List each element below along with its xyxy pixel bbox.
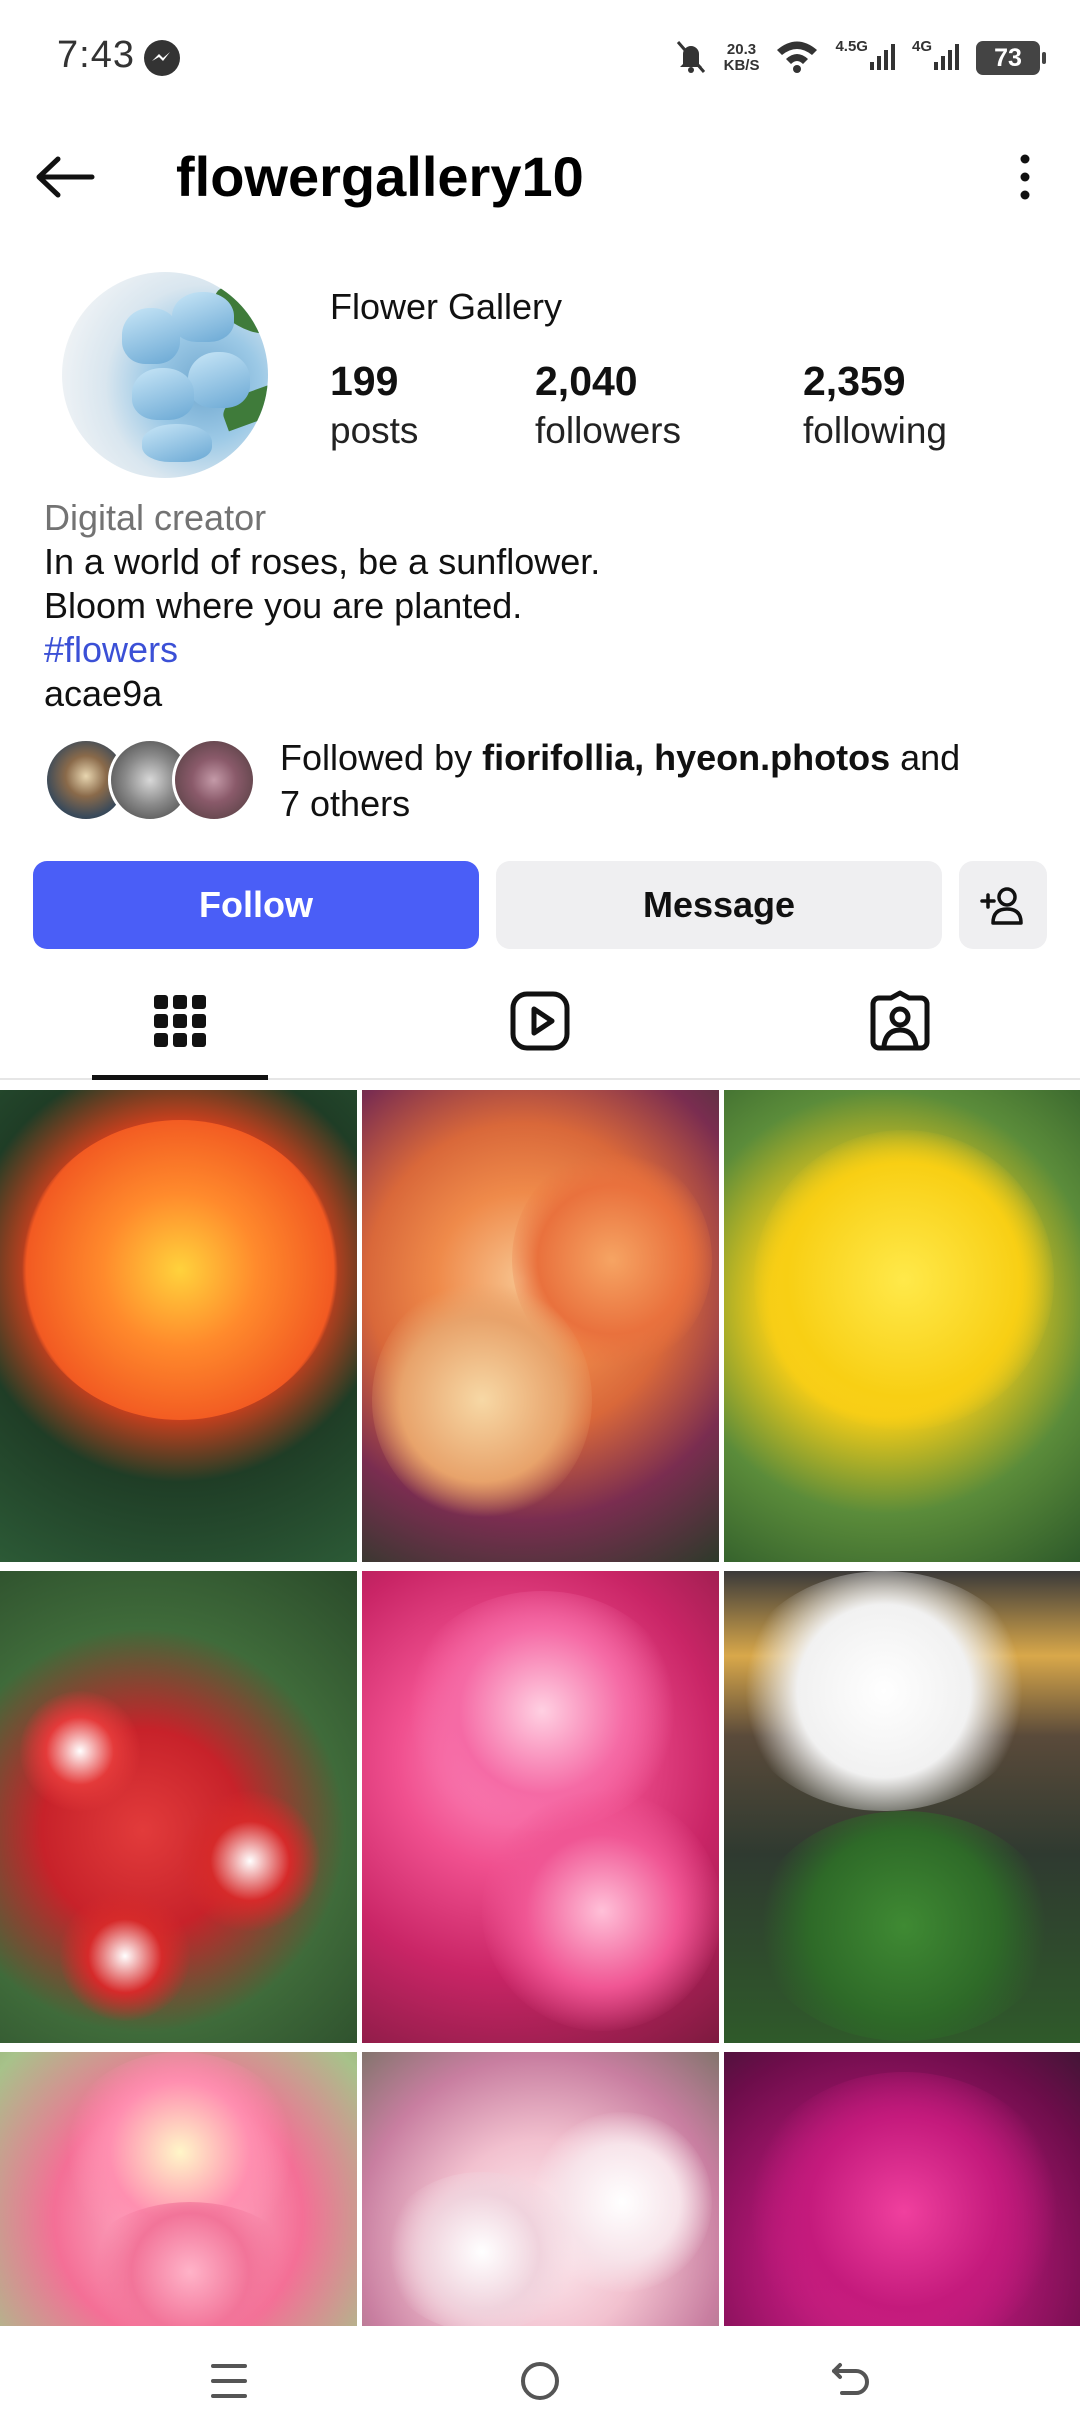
post-thumbnail[interactable] [724,2052,1080,2326]
signal-icon [869,42,896,75]
post-thumbnail[interactable] [362,1571,719,2043]
status-icons: 20.3 KB/S 4.5G 4G 73 [674,30,1046,86]
profile-tabs [0,962,1080,1080]
profile-header: flowergallery10 [0,120,1080,230]
stat-following[interactable]: 2,359 following [803,356,947,456]
menu-icon [211,2364,247,2398]
profile-actions: Follow Message [33,861,1047,949]
arrow-left-icon [36,156,95,198]
stat-posts-value: 199 [330,358,399,404]
profile-bio: Digital creator In a world of roses, be … [44,496,600,716]
bio-line: In a world of roses, be a sunflower. [44,541,601,582]
post-thumbnail[interactable] [724,1571,1080,2043]
profile-avatar[interactable] [62,272,268,478]
followed-by-user[interactable]: fiorifollia [482,737,634,778]
messenger-icon [144,40,180,76]
stat-following-label: following [803,410,947,451]
back-nav-button[interactable] [806,2346,896,2416]
posts-grid [0,1090,1080,2326]
home-circle-icon [521,2362,559,2400]
system-nav-bar [0,2326,1080,2436]
signal2-label: 4G [911,37,932,55]
more-vertical-icon [1020,154,1030,200]
message-button[interactable]: Message [496,861,942,949]
add-user-icon [980,887,1023,925]
back-button[interactable] [30,142,100,212]
followed-by-prefix: Followed by [280,737,483,778]
tab-posts-grid[interactable] [0,962,360,1080]
recent-apps-button[interactable] [184,2346,274,2416]
bio-hashtag-link[interactable]: #flowers [44,628,600,672]
profile-category: Digital creator [44,497,267,538]
reels-icon [510,991,570,1051]
post-thumbnail[interactable] [724,1090,1080,1562]
post-thumbnail[interactable] [0,1090,357,1562]
followed-by-suffix: and [890,737,961,778]
stat-followers[interactable]: 2,040 followers [535,356,681,456]
home-button[interactable] [495,2346,585,2416]
more-options-button[interactable] [990,142,1060,212]
post-thumbnail[interactable] [0,2052,357,2326]
stat-posts[interactable]: 199 posts [330,356,418,456]
tagged-icon [870,990,930,1051]
post-thumbnail[interactable] [362,2052,719,2326]
suggested-users-button[interactable] [959,861,1047,949]
battery-indicator: 73 [976,41,1046,75]
net-speed: 20.3 KB/S [724,42,760,74]
followed-by-user[interactable]: hyeon.photos [654,737,890,778]
followed-by-section[interactable]: Followed by fiorifollia, hyeon.photos an… [44,735,1044,825]
profile-display-name: Flower Gallery [330,286,563,327]
post-thumbnail[interactable] [362,1090,719,1562]
net-speed-value: 20.3 [726,41,757,58]
tab-tagged[interactable] [720,962,1080,1080]
follower-avatar [172,738,256,822]
signal-icon [934,42,960,75]
tab-reels[interactable] [360,962,720,1080]
follow-button[interactable]: Follow [33,861,479,949]
post-thumbnail[interactable] [0,1571,357,2043]
bio-line: acae9a [44,673,163,714]
stat-following-value: 2,359 [803,358,906,404]
mute-icon [674,38,708,79]
profile-username: flowergallery10 [176,145,584,208]
status-time: 7:43 [57,34,135,76]
followed-by-separator: , [634,737,655,778]
wifi-icon [775,39,819,78]
status-bar: 7:43 20.3 KB/S 4.5G 4G 73 [0,0,1080,120]
grid-icon [154,995,206,1047]
followed-by-text: Followed by fiorifollia, hyeon.photos an… [280,735,1050,827]
back-icon [832,2363,869,2395]
followed-by-others: 7 others [280,783,411,824]
stat-followers-label: followers [535,410,681,451]
stat-posts-label: posts [330,410,419,451]
stat-followers-value: 2,040 [535,358,638,404]
bio-line: Bloom where you are planted. [44,585,523,626]
signal1-label: 4.5G [835,37,868,55]
net-speed-unit: KB/S [723,57,760,74]
active-tab-indicator [92,1075,268,1080]
